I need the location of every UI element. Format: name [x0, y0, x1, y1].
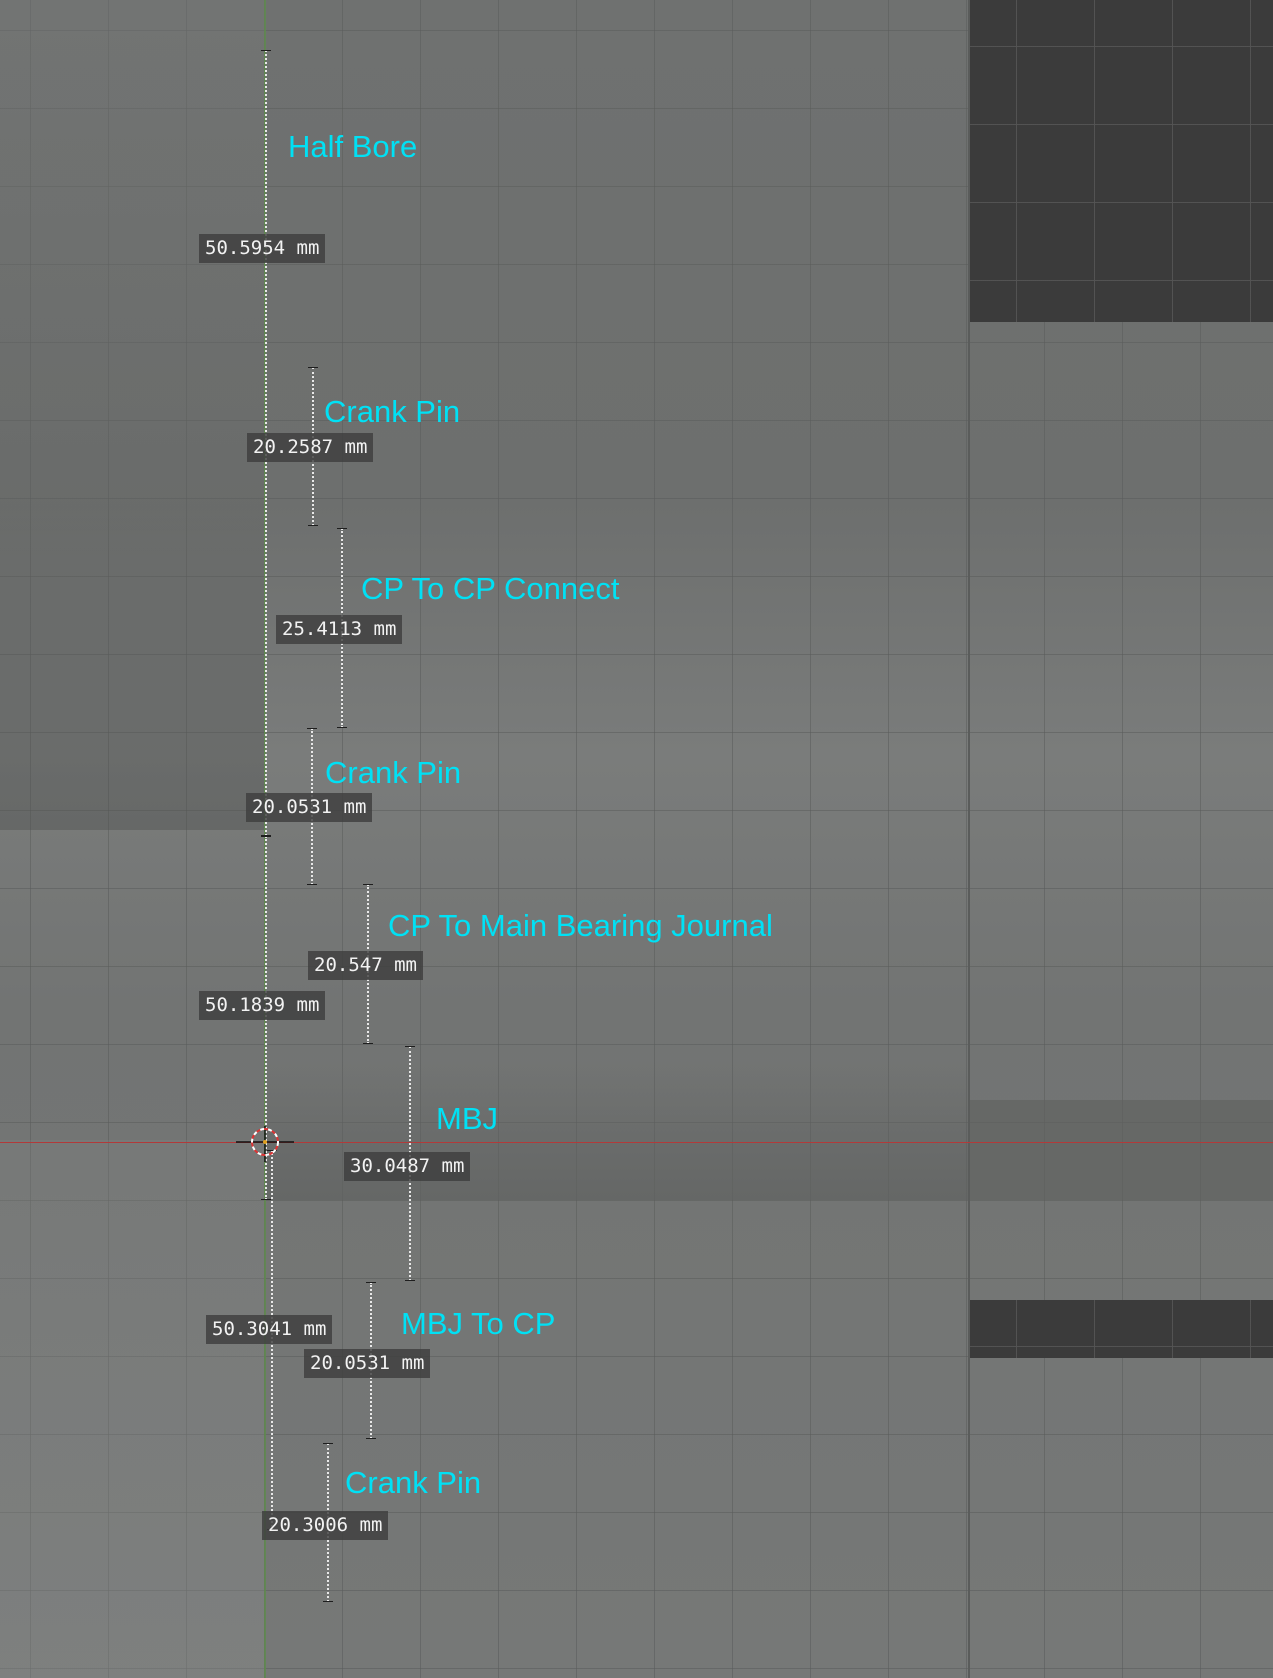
annotation-label-crank-pin-1: Crank Pin	[324, 394, 461, 429]
region-edge-line	[968, 0, 970, 1678]
dimension-value-crank-pin-1: 20.2587 mm	[247, 433, 374, 462]
annotation-label-mbj: MBJ	[436, 1101, 498, 1136]
dimension-value-mbj-to-cp: 20.0531 mm	[304, 1349, 431, 1378]
dimension-value-total-lower: 50.1839 mm	[199, 991, 326, 1020]
3d-cursor-icon[interactable]	[236, 1116, 294, 1162]
annotation-label-cp-to-cp-connect: CP To CP Connect	[361, 571, 620, 606]
annotation-label-crank-pin-2: Crank Pin	[325, 755, 462, 790]
annotation-label-crank-pin-3: Crank Pin	[345, 1465, 482, 1500]
annotation-label-mbj-to-cp: MBJ To CP	[401, 1306, 556, 1341]
annotation-label-cp-to-main-bearing-journal: CP To Main Bearing Journal	[388, 908, 773, 943]
annotation-label-half-bore: Half Bore	[288, 129, 418, 164]
x-axis-line	[0, 1142, 1273, 1143]
dimension-value-bottom: 50.3041 mm	[206, 1315, 333, 1344]
dimension-value-cp-to-cp-connect: 25.4113 mm	[276, 615, 403, 644]
dimension-value-crank-pin-2: 20.0531 mm	[246, 793, 373, 822]
dimension-value-mbj: 30.0487 mm	[344, 1152, 471, 1181]
dark-object-top	[970, 0, 1273, 322]
dimension-value-half-bore: 50.5954 mm	[199, 234, 326, 263]
left-shade-panel	[0, 0, 264, 830]
3d-viewport[interactable]: Half Bore Crank Pin CP To CP Connect Cra…	[0, 0, 1273, 1678]
dark-object-bottom	[970, 1300, 1273, 1358]
lower-left-shade	[0, 1140, 264, 1678]
dimension-value-cp-to-mbj: 20.547 mm	[308, 951, 423, 980]
dimension-value-crank-pin-3: 20.3006 mm	[262, 1511, 389, 1540]
right-band-shade	[968, 1100, 1273, 1200]
